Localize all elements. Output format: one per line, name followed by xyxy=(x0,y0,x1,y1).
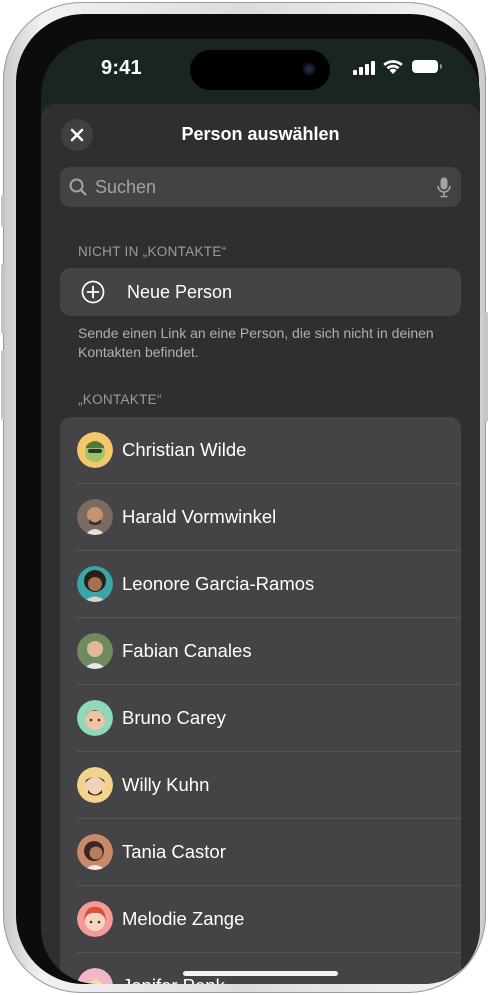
mute-switch xyxy=(1,195,5,227)
phone-frame: 9:41 Person auswählen Suchen NICHT IN „K… xyxy=(1,2,488,993)
wifi-icon xyxy=(383,60,403,74)
volume-down-button xyxy=(1,350,5,420)
avatar xyxy=(77,834,113,870)
avatar xyxy=(77,566,113,602)
search-input[interactable] xyxy=(95,167,415,207)
avatar xyxy=(77,700,113,736)
contact-row[interactable]: Jenifer Penk xyxy=(60,953,461,984)
select-person-sheet: Person auswählen NICHT IN „KONTAKTE“ xyxy=(41,104,480,984)
avatar xyxy=(77,901,113,937)
sheet-title: Person auswählen xyxy=(181,124,340,144)
search-bar[interactable] xyxy=(60,167,461,207)
contact-name: Fabian Canales xyxy=(122,640,252,661)
contact-name: Willy Kuhn xyxy=(122,774,210,795)
cellular-signal-icon xyxy=(353,61,377,75)
contacts-header: „KONTAKTE“ xyxy=(78,392,162,407)
contacts-list: Christian Wilde Harald Vormwinkel Leonor… xyxy=(60,417,461,984)
contact-name: Christian Wilde xyxy=(122,439,247,460)
contact-row[interactable]: Christian Wilde xyxy=(60,417,461,484)
avatar xyxy=(77,968,113,984)
volume-up-button xyxy=(1,264,5,334)
contact-name: Jenifer Penk xyxy=(122,975,225,984)
power-button xyxy=(484,312,488,422)
status-time: 9:41 xyxy=(101,57,142,79)
plus-circle-icon xyxy=(81,280,105,304)
contact-row[interactable]: Leonore Garcia-Ramos xyxy=(60,551,461,618)
dynamic-island xyxy=(190,50,330,90)
contact-name: Harald Vormwinkel xyxy=(122,506,277,527)
microphone-icon[interactable] xyxy=(437,177,451,198)
contact-name: Leonore Garcia-Ramos xyxy=(122,573,315,594)
bezel: 9:41 Person auswählen Suchen NICHT IN „K… xyxy=(16,14,480,984)
new-person-button[interactable]: Neue Person xyxy=(60,268,461,316)
contact-name: Tania Castor xyxy=(122,841,226,862)
avatar xyxy=(77,432,113,468)
new-person-label: Neue Person xyxy=(127,282,233,302)
contact-row[interactable]: Melodie Zange xyxy=(60,886,461,953)
contact-name: Bruno Carey xyxy=(122,707,226,728)
search-icon xyxy=(69,178,87,196)
contact-name: Melodie Zange xyxy=(122,908,245,929)
contact-row[interactable]: Tania Castor xyxy=(60,819,461,886)
status-bar: 9:41 xyxy=(41,39,480,99)
contact-row[interactable]: Fabian Canales xyxy=(60,618,461,685)
avatar xyxy=(77,633,113,669)
screen: 9:41 Person auswählen Suchen NICHT IN „K… xyxy=(41,39,480,984)
contact-row[interactable]: Bruno Carey xyxy=(60,685,461,752)
battery-icon xyxy=(412,60,442,73)
new-person-hint: Sende einen Link an eine Person, die sic… xyxy=(78,325,434,360)
front-camera xyxy=(302,62,316,76)
home-indicator[interactable] xyxy=(183,971,338,976)
not-in-contacts-header: NICHT IN „KONTAKTE“ xyxy=(78,244,227,259)
contact-row[interactable]: Willy Kuhn xyxy=(60,752,461,819)
avatar xyxy=(77,499,113,535)
avatar xyxy=(77,767,113,803)
contact-row[interactable]: Harald Vormwinkel xyxy=(60,484,461,551)
